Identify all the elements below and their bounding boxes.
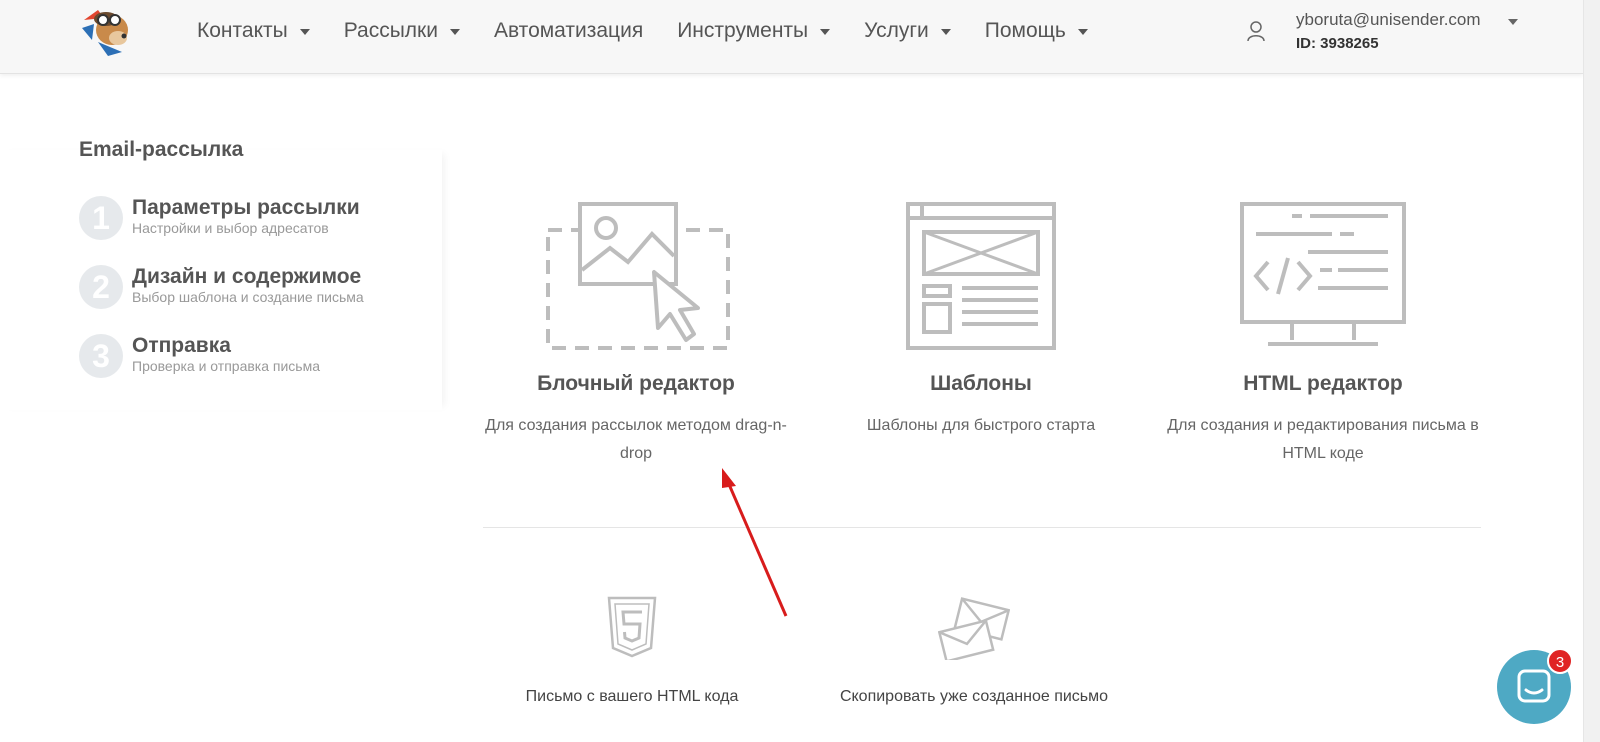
html-import-option[interactable]: Письмо с вашего HTML кода <box>512 596 752 705</box>
step-subtitle: Настройки и выбор адресатов <box>132 220 329 236</box>
html5-icon <box>607 596 657 658</box>
drag-drop-icon <box>546 202 730 350</box>
nav-automation-label: Автоматизация <box>493 19 644 42</box>
page-scrollbar[interactable] <box>1583 0 1600 742</box>
step-subtitle: Проверка и отправка письма <box>132 358 321 374</box>
chevron-down-icon <box>820 29 831 35</box>
html-code-icon <box>1240 202 1406 346</box>
block-editor-card[interactable]: Блочный редактор Для создания рассылок м… <box>476 200 796 462</box>
user-email: yboruta@unisender.com <box>1296 10 1481 29</box>
step-number: 3 <box>79 334 123 378</box>
chevron-down-icon <box>449 29 460 35</box>
chevron-down-icon[interactable] <box>1508 19 1518 25</box>
user-account-id: ID: 3938265 <box>1296 35 1379 52</box>
chevron-down-icon <box>299 29 310 35</box>
step-campaign-params[interactable]: 1 Параметры рассылки Настройки и выбор а… <box>79 196 419 244</box>
chevron-down-icon <box>940 29 951 35</box>
html-editor-card[interactable]: HTML редактор Для создания и редактирова… <box>1160 200 1486 462</box>
card-title: HTML редактор <box>1243 372 1403 395</box>
nav-contacts[interactable]: Контакты <box>197 14 310 48</box>
nav-mailings[interactable]: Рассылки <box>344 14 460 48</box>
step-title: Отправка <box>132 334 231 357</box>
envelopes-icon <box>938 597 1010 660</box>
nav-contacts-label: Контакты <box>197 19 288 42</box>
nav-services-label: Услуги <box>864 19 929 42</box>
section-divider <box>483 527 1481 528</box>
step-subtitle: Выбор шаблона и создание письма <box>132 289 364 305</box>
step-title: Параметры рассылки <box>132 196 360 219</box>
card-description: Для создания и редактирования письма в H… <box>1167 417 1479 462</box>
nav-help[interactable]: Помощь <box>985 14 1088 48</box>
card-title: Шаблоны <box>930 372 1032 395</box>
copy-letter-option[interactable]: Скопировать уже созданное письмо <box>826 596 1122 705</box>
step-send[interactable]: 3 Отправка Проверка и отправка письма <box>79 334 419 382</box>
nav-tools[interactable]: Инструменты <box>677 14 831 48</box>
annotation-arrow-icon <box>722 468 788 617</box>
option-label: Письмо с вашего HTML кода <box>525 688 739 705</box>
step-number: 2 <box>79 265 123 309</box>
chevron-down-icon <box>1077 29 1088 35</box>
nav-help-label: Помощь <box>984 19 1066 42</box>
step-title: Дизайн и содержимое <box>132 265 362 288</box>
main-nav: Контакты Рассылки Автоматизация Инструме… <box>197 14 1122 48</box>
unisender-logo[interactable] <box>78 6 136 58</box>
option-label: Скопировать уже созданное письмо <box>839 688 1109 705</box>
nav-automation[interactable]: Автоматизация <box>494 14 643 48</box>
templates-card[interactable]: Шаблоны Шаблоны для быстрого старта <box>846 200 1116 434</box>
top-navbar: Контакты Рассылки Автоматизация Инструме… <box>0 0 1583 74</box>
nav-tools-label: Инструменты <box>677 19 809 42</box>
card-description: Шаблоны для быстрого старта <box>866 417 1096 434</box>
card-title: Блочный редактор <box>537 372 735 395</box>
step-design-content[interactable]: 2 Дизайн и содержимое Выбор шаблона и со… <box>79 265 419 313</box>
sidebar-title: Email-рассылка <box>79 138 244 161</box>
nav-services[interactable]: Услуги <box>864 14 951 48</box>
template-icon <box>906 202 1056 350</box>
nav-mailings-label: Рассылки <box>343 19 438 42</box>
chat-unread-badge: 3 <box>1547 648 1573 674</box>
step-number: 1 <box>79 196 123 240</box>
user-icon <box>1247 21 1265 42</box>
card-description: Для создания рассылок методом drag-n-dro… <box>485 417 787 462</box>
